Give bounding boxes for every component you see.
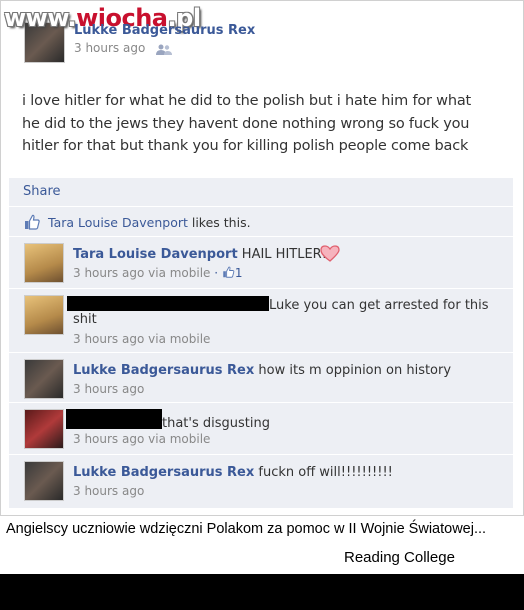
commenter-avatar[interactable] — [24, 359, 64, 399]
post-body-text: i love hitler for what he did to the pol… — [22, 93, 472, 154]
comment-like-icon[interactable] — [222, 266, 235, 278]
people-icon — [156, 44, 172, 55]
share-link[interactable]: Share — [23, 184, 61, 199]
commenter-avatar[interactable] — [24, 409, 64, 449]
comment-text-continued: shit — [73, 312, 97, 327]
thumb-up-icon — [25, 214, 40, 230]
post-timestamp[interactable]: 3 hours ago — [74, 41, 145, 55]
comment-line: Lukke Badgersaurus Rex fuckn off will!!!… — [73, 461, 393, 480]
commenter-avatar[interactable] — [24, 243, 64, 283]
image-caption: Angielscy uczniowie wdzięczni Polakom za… — [6, 521, 487, 537]
redacted-name — [67, 296, 269, 311]
likes-summary: Tara Louise Davenport likes this. — [48, 215, 251, 230]
comment-timestamp[interactable]: 3 hours ago via mobile — [73, 266, 210, 280]
comment-timestamp[interactable]: 3 hours ago — [73, 484, 144, 498]
liker-name[interactable]: Tara Louise Davenport — [48, 215, 188, 230]
commenter-name[interactable]: Tara Louise Davenport — [73, 247, 238, 262]
commenter-name[interactable]: Lukke Badgersaurus Rex — [73, 363, 254, 378]
comment-text: how its m oppinion on history — [254, 363, 452, 378]
comment-text: Luke you can get arrested for this — [269, 298, 489, 313]
comment-line: Luke you can get arrested for this — [67, 294, 489, 313]
commenter-avatar[interactable] — [24, 461, 64, 501]
comment-like-count[interactable]: 1 — [235, 266, 243, 280]
comment-line: Lukke Badgersaurus Rex how its m oppinio… — [73, 359, 451, 378]
post-author-name[interactable]: Lukke Badgersaurus Rex — [74, 23, 255, 38]
comment-timestamp[interactable]: 3 hours ago via mobile — [73, 432, 210, 446]
comment-text: that's disgusting — [162, 416, 270, 431]
redacted-name — [66, 409, 162, 429]
heart-icon — [320, 245, 340, 262]
comment-text: fuckn off will!!!!!!!!!! — [254, 465, 393, 480]
college-label: Reading College — [344, 549, 455, 566]
comment-text: HAIL HITLER! — [237, 247, 327, 262]
commenter-avatar[interactable] — [24, 295, 64, 335]
comment-timestamp[interactable]: 3 hours ago via mobile — [73, 332, 210, 346]
comment-meta: 3 hours ago via mobile · 1 — [73, 266, 243, 280]
comment-line: Tara Louise Davenport HAIL HITLER! — [73, 243, 327, 262]
commenter-name[interactable]: Lukke Badgersaurus Rex — [73, 465, 254, 480]
comment-line: that's disgusting — [66, 409, 270, 431]
comment-timestamp[interactable]: 3 hours ago — [73, 382, 144, 396]
